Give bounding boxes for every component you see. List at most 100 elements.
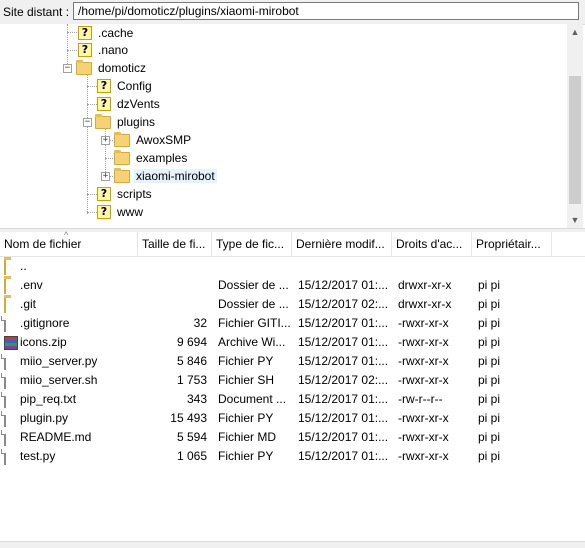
column-header-modified[interactable]: Dernière modif... [292, 232, 392, 256]
file-owner [478, 257, 548, 276]
file-name: .env [20, 278, 43, 292]
file-list-header: ^ Nom de fichier Taille de fi... Type de… [0, 230, 585, 257]
collapse-plugins-toggle[interactable]: − [83, 118, 92, 127]
tree-item-nano[interactable]: ? .nano [78, 41, 130, 59]
tree-item-label: examples [136, 151, 188, 165]
list-item[interactable]: miio_server.sh 1 753 Fichier SH 15/12/20… [0, 371, 585, 390]
expand-xiaomi-mirobot-toggle[interactable]: + [101, 172, 110, 181]
file-modified: 15/12/2017 01:... [298, 278, 389, 292]
list-item[interactable]: miio_server.py 5 846 Fichier PY 15/12/20… [0, 352, 585, 371]
list-item[interactable]: README.md 5 594 Fichier MD 15/12/2017 01… [0, 428, 585, 447]
file-owner: pi pi [478, 430, 501, 444]
file-modified: 15/12/2017 01:... [298, 316, 389, 330]
scroll-up-icon[interactable]: ▲ [567, 24, 583, 40]
file-name: pip_req.txt [20, 392, 77, 406]
list-item[interactable]: icons.zip 9 694 Archive Wi... 15/12/2017… [0, 333, 585, 352]
tree-item-label: .nano [98, 43, 129, 57]
file-type: Fichier PY [218, 354, 274, 368]
file-modified: 15/12/2017 01:... [298, 335, 389, 349]
tree-item-plugins[interactable]: plugins [95, 113, 157, 131]
question-icon: ? [97, 97, 111, 111]
folder-icon [114, 167, 130, 183]
file-name: .gitignore [20, 316, 70, 330]
expand-awoxsmp-toggle[interactable]: + [101, 136, 110, 145]
file-type: Document ... [218, 392, 287, 406]
tree-item-label: AwoxSMP [136, 133, 192, 147]
question-icon: ? [97, 205, 111, 219]
file-modified: 15/12/2017 02:... [298, 373, 389, 387]
tree-item-domoticz[interactable]: domoticz [76, 59, 148, 77]
list-item[interactable]: .gitignore 32 Fichier GITI... 15/12/2017… [0, 314, 585, 333]
tree-item-scripts[interactable]: ? scripts [97, 185, 154, 203]
file-type: Dossier de ... [218, 297, 289, 311]
question-icon: ? [78, 26, 92, 40]
collapse-domoticz-toggle[interactable]: − [63, 64, 72, 73]
file-owner: pi pi [478, 297, 501, 311]
file-size: 1 753 [176, 373, 207, 387]
file-type: Fichier MD [218, 430, 277, 444]
file-owner: pi pi [478, 316, 501, 330]
document-icon [4, 373, 6, 389]
file-size: 1 065 [176, 449, 207, 463]
file-name: .. [20, 259, 27, 273]
file-name: miio_server.py [20, 354, 98, 368]
file-owner: pi pi [478, 449, 501, 463]
file-modified [298, 257, 390, 276]
file-permissions: -rwxr-xr-x [398, 411, 449, 425]
folder-icon [4, 259, 6, 275]
column-header-permissions[interactable]: Droits d'ac... [392, 232, 472, 256]
scrollbar-thumb[interactable] [569, 76, 581, 204]
document-icon [4, 411, 6, 427]
file-modified: 15/12/2017 01:... [298, 449, 389, 463]
file-size: 343 [186, 392, 207, 406]
document-icon [4, 316, 6, 332]
tree-item-xiaomi-mirobot[interactable]: xiaomi-mirobot [114, 167, 217, 185]
file-name: test.py [20, 449, 56, 463]
file-permissions: -rwxr-xr-x [398, 449, 449, 463]
list-item[interactable]: pip_req.txt 343 Document ... 15/12/2017 … [0, 390, 585, 409]
file-size: 5 846 [176, 354, 207, 368]
tree-item-label: domoticz [98, 61, 147, 75]
file-type: Archive Wi... [218, 335, 286, 349]
file-permissions: -rwxr-xr-x [398, 316, 449, 330]
scroll-down-icon[interactable]: ▼ [567, 212, 583, 228]
file-type: Fichier GITI... [218, 316, 291, 330]
list-item[interactable]: test.py 1 065 Fichier PY 15/12/2017 01:.… [0, 447, 585, 466]
remote-path-input[interactable]: /home/pi/domoticz/plugins/xiaomi-mirobot [73, 2, 579, 20]
remote-site-bar: Site distant : /home/pi/domoticz/plugins… [0, 0, 585, 25]
file-modified: 15/12/2017 01:... [298, 411, 389, 425]
list-item[interactable]: .env Dossier de ... 15/12/2017 01:... dr… [0, 276, 585, 295]
file-type [218, 257, 292, 276]
file-name: .git [20, 297, 37, 311]
tree-item-awoxsmp[interactable]: AwoxSMP [114, 131, 193, 149]
document-icon [4, 354, 6, 370]
column-header-type[interactable]: Type de fic... [212, 232, 292, 256]
file-owner: pi pi [478, 278, 501, 292]
file-modified: 15/12/2017 01:... [298, 430, 389, 444]
folder-icon [4, 297, 6, 313]
column-header-name[interactable]: Nom de fichier [0, 232, 138, 256]
file-permissions: -rwxr-xr-x [398, 430, 449, 444]
tree-vertical-scrollbar[interactable]: ▲ ▼ [567, 24, 583, 228]
remote-site-label: Site distant : [3, 5, 70, 19]
document-icon [4, 430, 6, 446]
file-size: 32 [193, 316, 207, 330]
tree-item-config[interactable]: ? Config [97, 77, 154, 95]
folder-icon [4, 278, 6, 294]
tree-item-cache[interactable]: ? .cache [78, 24, 135, 42]
tree-item-label: plugins [117, 115, 156, 129]
file-type: Fichier PY [218, 449, 274, 463]
file-owner: pi pi [478, 354, 501, 368]
column-header-size[interactable]: Taille de fi... [138, 232, 212, 256]
tree-item-www[interactable]: ? www [97, 203, 145, 221]
list-item[interactable]: plugin.py 15 493 Fichier PY 15/12/2017 0… [0, 409, 585, 428]
file-owner: pi pi [478, 411, 501, 425]
folder-icon [114, 131, 130, 147]
list-item[interactable]: .. [0, 257, 585, 276]
column-header-owner[interactable]: Propriétair... [472, 232, 552, 256]
tree-item-examples[interactable]: examples [114, 149, 189, 167]
tree-item-dzvents[interactable]: ? dzVents [97, 95, 162, 113]
list-item[interactable]: .git Dossier de ... 15/12/2017 02:... dr… [0, 295, 585, 314]
file-size [140, 276, 207, 295]
file-owner: pi pi [478, 373, 501, 387]
